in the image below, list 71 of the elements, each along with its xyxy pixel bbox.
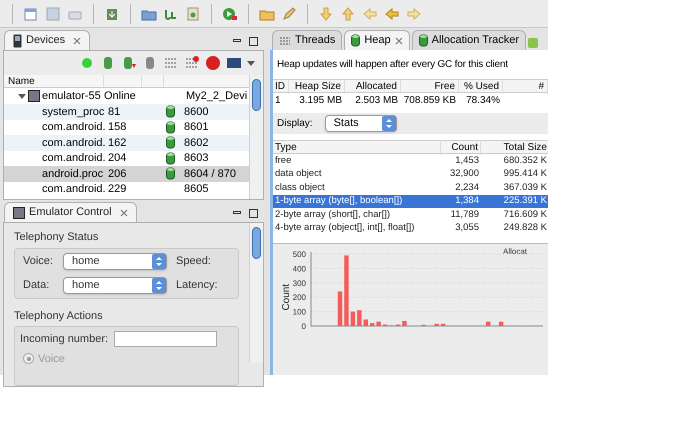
column-header[interactable]: Total Size [481, 140, 548, 154]
table-cell-text: 708.859 KB [402, 94, 457, 108]
field-label: Voice: [23, 254, 54, 269]
group-title: Telephony Status [14, 230, 100, 245]
process-id: 162 [108, 136, 128, 150]
column-header[interactable]: Count [441, 140, 481, 154]
table-row[interactable]: 1-byte array (byte[], boolean[]) 1,384 225.391 K [273, 194, 548, 208]
column-header[interactable]: ID [273, 78, 289, 94]
column-header[interactable]: Free [401, 78, 459, 94]
column-header[interactable]: Type [273, 140, 441, 154]
tick-label: 100 [292, 308, 306, 317]
column-header[interactable]: # [503, 78, 548, 94]
tab[interactable]: Heap [344, 30, 410, 50]
field-label: Latency: [176, 278, 218, 293]
tick-label: 400 [292, 264, 306, 274]
tick-label: 500 [292, 250, 306, 259]
table-cell-text: 3.195 MB [298, 94, 343, 108]
field-label: Incoming number: [20, 332, 108, 347]
process-name: com.android. [42, 182, 107, 197]
process-id: 229 [108, 182, 128, 197]
process-row[interactable]: android.proc 206 8604 / 870 [4, 166, 249, 182]
table-row[interactable]: 4-byte array (object[], int[], float[]) 3,055 249.828 K [273, 222, 548, 235]
select-field[interactable]: Stats [324, 115, 397, 132]
table-row[interactable]: data object 32,900 995.414 K [273, 168, 548, 181]
process-port: 8604 / 870 [184, 166, 236, 182]
process-row[interactable]: com.android. 162 8602 [4, 135, 249, 150]
field-label: Data: [23, 278, 50, 293]
column-header[interactable]: Allocated [345, 78, 401, 94]
process-port: 8602 [184, 136, 208, 150]
process-row[interactable]: system_proc 81 8600 [4, 104, 249, 120]
process-id: 206 [108, 166, 128, 182]
field-label: Speed: [176, 254, 211, 269]
process-name: system_proc [42, 104, 106, 120]
tab[interactable]: Allocation Tracker [412, 30, 526, 50]
device-name: emulator-55 [42, 88, 102, 104]
process-row[interactable]: com.android. 158 8601 [4, 120, 249, 135]
device-status: Online [104, 88, 137, 104]
notice-text: Heap updates will happen after every GC for this client [276, 58, 509, 72]
select-field[interactable]: home [63, 252, 167, 270]
process-port: 8605 [184, 182, 208, 197]
process-name: com.android. [42, 120, 107, 135]
group-title: Telephony Actions [14, 308, 104, 324]
tick-label: 300 [292, 278, 306, 288]
column-header[interactable]: % Used [459, 78, 503, 94]
process-row[interactable]: com.android. 204 8603 [4, 150, 249, 166]
radio-label: Voice [38, 352, 65, 366]
process-port: 8600 [184, 104, 208, 120]
tab[interactable]: Threads [272, 30, 342, 50]
process-port: 8601 [184, 120, 208, 135]
table-row[interactable]: free 1,453 680.352 K [273, 154, 548, 168]
panel-tab[interactable]: Emulator Control [4, 202, 137, 222]
process-port: 8603 [184, 151, 208, 166]
device-info: My2_2_Devi [186, 88, 248, 104]
field-label: Display: [277, 117, 313, 131]
panel-tab[interactable]: Devices [4, 30, 90, 50]
table-cell-text: 1 [274, 94, 282, 108]
process-name: com.android. [42, 151, 107, 166]
column-header[interactable]: Heap Size [289, 78, 345, 94]
table-cell-text: 2.503 MB [354, 94, 399, 108]
process-id: 158 [108, 120, 128, 135]
process-name: android.proc [42, 166, 104, 182]
table-cell-text: 78.34% [465, 94, 501, 108]
tick-label: 200 [292, 293, 306, 302]
process-id: 204 [108, 151, 128, 166]
axis-title: Count [281, 284, 292, 311]
process-name: com.android. [42, 136, 107, 150]
table-row[interactable]: class object 2,234 367.039 K [273, 181, 548, 194]
tick-label: 0 [302, 322, 306, 331]
select-field[interactable]: home [63, 276, 167, 294]
process-id: 81 [108, 104, 122, 120]
table-row[interactable]: 2-byte array (short[], char[]) 11,789 716.609 K [273, 208, 548, 222]
